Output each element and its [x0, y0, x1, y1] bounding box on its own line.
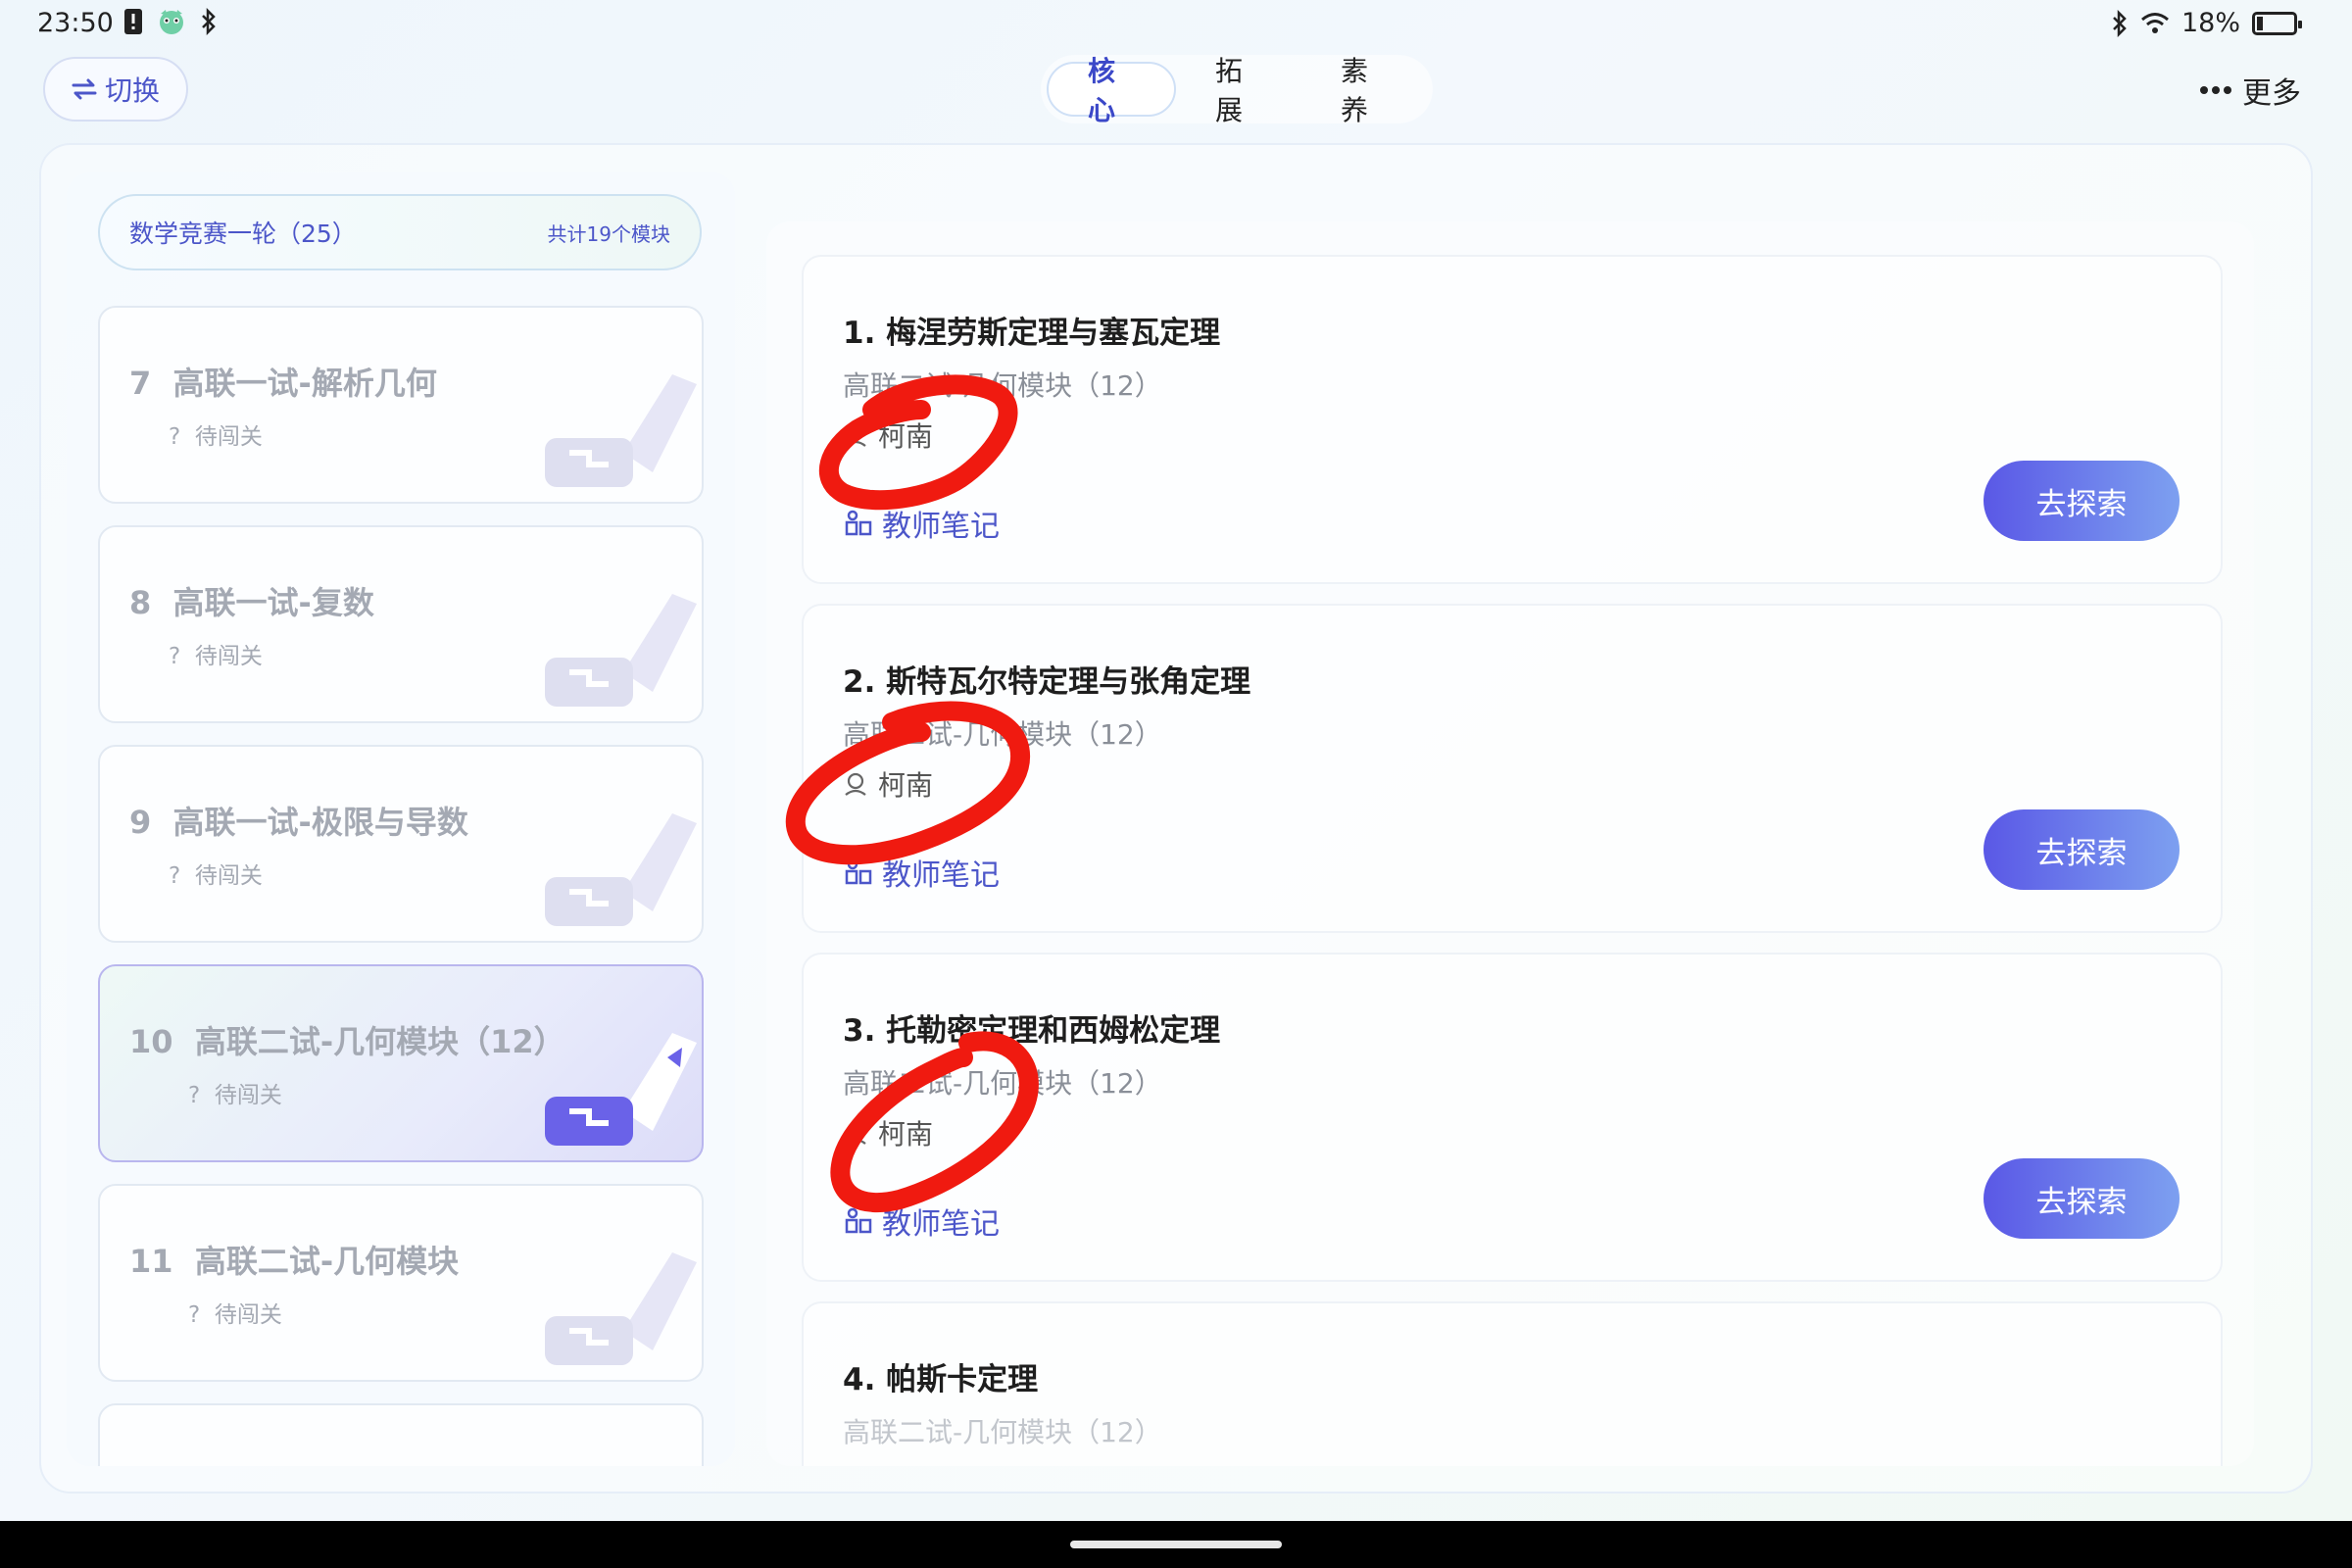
system-nav-bar — [0, 1521, 2352, 1568]
status-bar: 23:50 18% — [0, 0, 2352, 51]
module-card[interactable]: 9 高联一试-极限与导数 ? 待闯关 — [98, 745, 704, 943]
more-label: 更多 — [2242, 76, 2301, 111]
notes-icon — [845, 510, 872, 536]
bluetooth-icon — [2113, 9, 2127, 37]
explore-button[interactable]: 去探索 — [1984, 461, 2180, 541]
home-gesture-handle[interactable] — [1070, 1541, 1282, 1548]
module-title: 8 高联一试-复数 — [129, 584, 374, 621]
module-status: ? 待闯关 — [169, 424, 263, 450]
more-button[interactable]: 更多 — [2199, 69, 2301, 112]
lesson-author: 柯南 — [843, 416, 933, 455]
notes-icon — [845, 1207, 872, 1234]
lesson-card: 2. 斯特瓦尔特定理与张角定理 高联二试-几何模块（12） 柯南 教师笔记 去探… — [802, 604, 2223, 933]
module-card-partial[interactable] — [98, 1403, 704, 1466]
switch-button[interactable]: 切换 — [43, 57, 188, 122]
course-selector[interactable]: 数学竞赛一轮（25） 共计19个模块 — [98, 194, 702, 270]
module-card[interactable]: 11 高联二试-几何模块 ? 待闯关 — [98, 1184, 704, 1382]
book-decoration-icon — [545, 374, 697, 487]
user-icon — [845, 423, 866, 447]
lesson-title: 3. 托勒密定理和西姆松定理 — [843, 1013, 1221, 1049]
module-title: 9 高联一试-极限与导数 — [129, 804, 468, 841]
module-status: ? 待闯关 — [169, 863, 263, 889]
wifi-icon — [2141, 12, 2169, 33]
module-card[interactable]: 7 高联一试-解析几何 ? 待闯关 — [98, 306, 704, 504]
battery-icon — [2252, 11, 2302, 35]
lesson-module: 高联二试-几何模块（12） — [843, 718, 1162, 751]
book-decoration-icon — [545, 594, 697, 707]
tab-extension[interactable]: 拓展 — [1176, 55, 1301, 126]
switch-label: 切换 — [104, 74, 160, 107]
module-status: ? 待闯关 — [188, 1302, 282, 1328]
module-title: 11 高联二试-几何模块 — [129, 1243, 460, 1280]
clock: 23:50 — [37, 8, 114, 38]
module-card[interactable]: 8 高联一试-复数 ? 待闯关 — [98, 525, 704, 723]
book-decoration-icon — [545, 1252, 697, 1365]
module-title: 10 高联二试-几何模块（12） — [129, 1023, 565, 1060]
lesson-module: 高联二试-几何模块（12） — [843, 369, 1162, 402]
lesson-author: 柯南 — [843, 1113, 933, 1152]
lesson-author: 柯南 — [843, 764, 933, 804]
teacher-notes-link[interactable]: 教师笔记 — [843, 851, 1000, 894]
sim-alert-icon — [124, 9, 142, 34]
lesson-title: 2. 斯特瓦尔特定理与张角定理 — [843, 664, 1251, 700]
explore-button[interactable]: 去探索 — [1984, 809, 2180, 890]
tab-core[interactable]: 核心 — [1047, 55, 1176, 126]
module-title: 7 高联一试-解析几何 — [129, 365, 437, 402]
bluetooth-icon — [202, 8, 216, 35]
lesson-list: 1. 梅涅劳斯定理与塞瓦定理 高联二试-几何模块（12） 柯南 教师笔记 去探索… — [766, 221, 2254, 1466]
teacher-notes-link[interactable]: 教师笔记 — [843, 1200, 1000, 1243]
tab-bar: 核心 拓展 素养 — [1041, 55, 1433, 126]
module-status: ? 待闯关 — [188, 1083, 282, 1108]
lesson-card: 4. 帕斯卡定理 高联二试-几何模块（12） — [802, 1301, 2223, 1466]
lesson-title: 4. 帕斯卡定理 — [843, 1362, 1039, 1397]
user-icon — [845, 1121, 866, 1145]
lesson-module: 高联二试-几何模块（12） — [843, 1416, 1162, 1448]
book-decoration-icon — [545, 813, 697, 926]
module-status: ? 待闯关 — [169, 644, 263, 669]
course-name: 数学竞赛一轮（25） — [129, 220, 357, 248]
lesson-card: 1. 梅涅劳斯定理与塞瓦定理 高联二试-几何模块（12） 柯南 教师笔记 去探索 — [802, 255, 2223, 584]
tab-literacy[interactable]: 素养 — [1301, 55, 1427, 126]
swap-icon — [72, 78, 97, 100]
module-count: 共计19个模块 — [547, 221, 670, 246]
lesson-card: 3. 托勒密定理和西姆松定理 高联二试-几何模块（12） 柯南 教师笔记 去探索 — [802, 953, 2223, 1282]
explore-button[interactable]: 去探索 — [1984, 1158, 2180, 1239]
notes-icon — [845, 858, 872, 885]
user-icon — [845, 772, 866, 796]
book-decoration-icon — [545, 1033, 697, 1146]
teacher-notes-link[interactable]: 教师笔记 — [843, 502, 1000, 545]
lesson-title: 1. 梅涅劳斯定理与塞瓦定理 — [843, 316, 1221, 351]
module-sidebar: 数学竞赛一轮（25） 共计19个模块 7 高联一试-解析几何 ? 待闯关 8 高… — [67, 172, 735, 1466]
more-dots-icon — [2200, 86, 2231, 94]
module-card-active[interactable]: 10 高联二试-几何模块（12） ? 待闯关 — [98, 964, 704, 1162]
lesson-module: 高联二试-几何模块（12） — [843, 1067, 1162, 1100]
battery-percent: 18% — [2180, 8, 2240, 38]
app-icon — [160, 10, 183, 34]
